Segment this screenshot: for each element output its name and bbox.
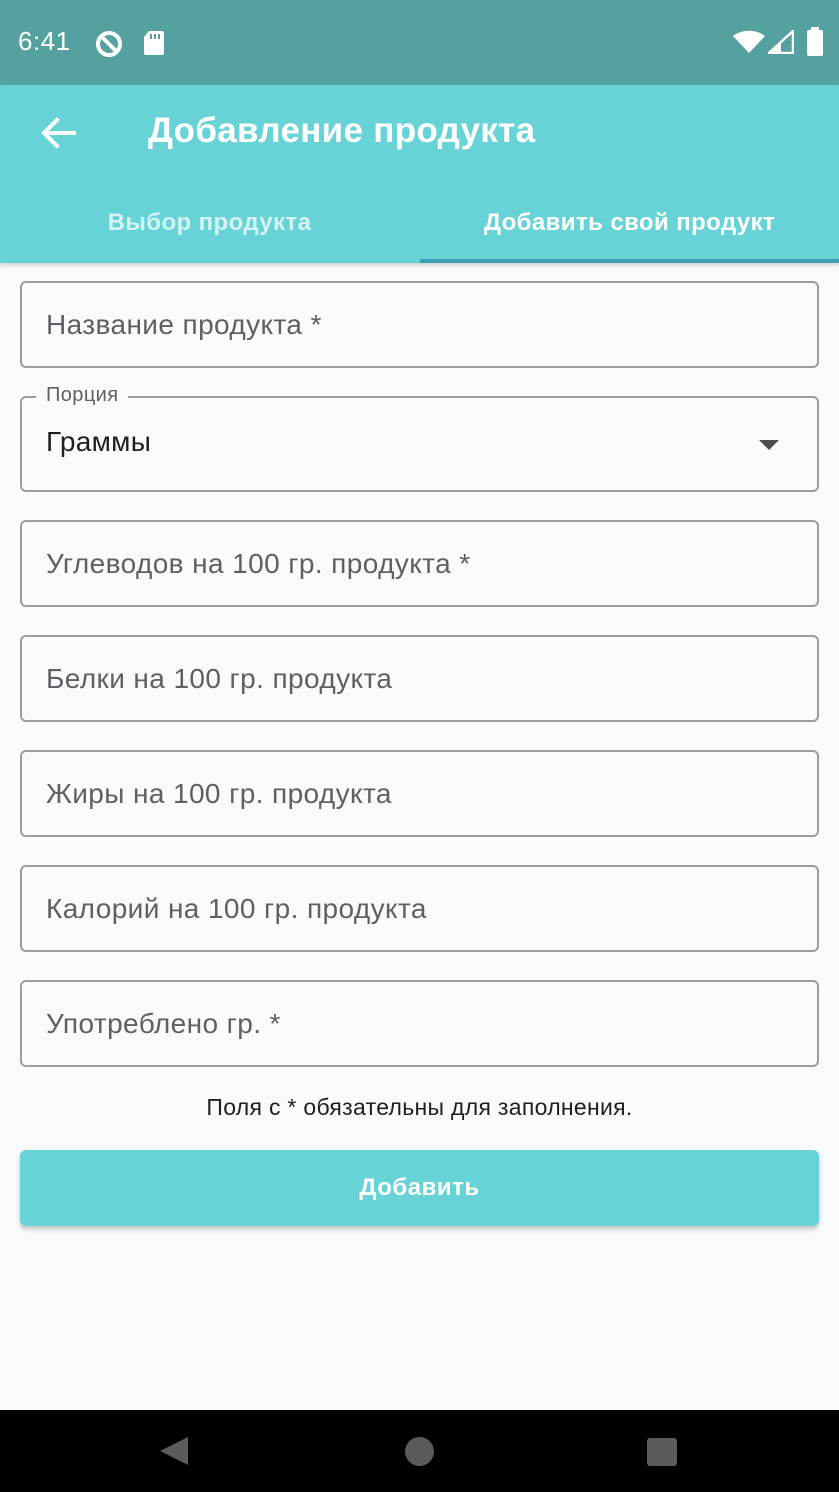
wifi-icon — [732, 30, 766, 59]
carbs-field[interactable]: Углеводов на 100 гр. продукта * — [20, 520, 819, 607]
system-nav-bar — [0, 1410, 839, 1492]
app-bar: Добавление продукта Выбор продукта Добав… — [0, 85, 839, 263]
fats-field[interactable]: Жиры на 100 гр. продукта — [20, 750, 819, 837]
add-button[interactable]: Добавить — [20, 1150, 819, 1226]
proteins-field[interactable]: Белки на 100 гр. продукта — [20, 635, 819, 722]
proteins-placeholder: Белки на 100 гр. продукта — [46, 662, 393, 694]
tab-label: Добавить свой продукт — [483, 209, 776, 236]
status-bar: 6:41 — [0, 0, 839, 85]
consumed-field[interactable]: Употреблено гр. * — [20, 980, 819, 1067]
tab-select-product[interactable]: Выбор продукта — [0, 183, 419, 263]
portion-select[interactable]: Порция Граммы — [20, 384, 819, 492]
product-name-field[interactable]: Название продукта * — [20, 281, 819, 368]
dropdown-arrow-icon — [759, 440, 779, 450]
required-fields-hint: Поля с * обязательны для заполнения. — [206, 1094, 633, 1120]
consumed-placeholder: Употреблено гр. * — [46, 1007, 281, 1039]
back-button[interactable] — [28, 107, 88, 163]
sync-icon — [94, 29, 124, 64]
signal-icon — [765, 28, 795, 59]
arrow-back-icon — [40, 116, 76, 154]
calories-placeholder: Калорий на 100 гр. продукта — [46, 892, 427, 924]
tab-indicator — [420, 259, 839, 263]
carbs-placeholder: Углеводов на 100 гр. продукта * — [46, 547, 471, 579]
tab-label: Выбор продукта — [107, 209, 312, 236]
status-time: 6:41 — [18, 26, 71, 56]
nav-home-icon[interactable] — [405, 1437, 434, 1466]
portion-value: Граммы — [46, 426, 152, 457]
sd-card-icon — [143, 30, 165, 61]
nav-recents-icon[interactable] — [647, 1438, 677, 1466]
battery-icon — [806, 27, 824, 62]
portion-label: Порция — [36, 384, 129, 407]
product-name-placeholder: Название продукта * — [46, 308, 322, 340]
calories-field[interactable]: Калорий на 100 гр. продукта — [20, 865, 819, 952]
nav-back-icon[interactable] — [160, 1437, 188, 1465]
page-title: Добавление продукта — [148, 111, 536, 150]
tab-add-own-product[interactable]: Добавить свой продукт — [420, 183, 839, 263]
add-button-label: Добавить — [359, 1174, 480, 1201]
fats-placeholder: Жиры на 100 гр. продукта — [46, 777, 392, 809]
